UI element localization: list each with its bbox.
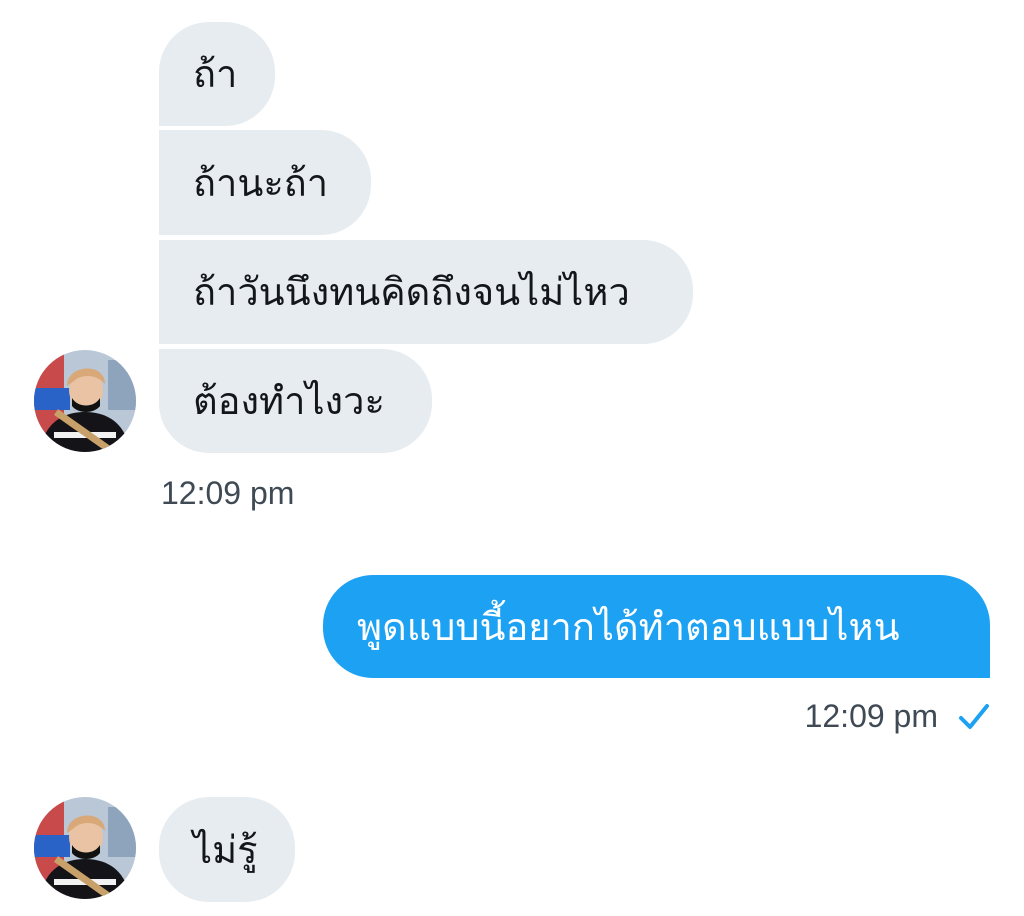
incoming-message-bubble[interactable]: ต้องทำไงวะ	[159, 349, 432, 453]
message-text: ต้องทำไงวะ	[193, 379, 385, 423]
incoming-message-bubble[interactable]: ถ้า	[159, 22, 275, 126]
message-timestamp: 12:09 pm	[161, 475, 295, 511]
message-text: ถ้านะถ้า	[193, 160, 329, 205]
outgoing-message-bubble[interactable]: พูดแบบนี้อยากได้ทำตอบแบบไหน	[323, 575, 990, 678]
message-timestamp: 12:09 pm	[804, 698, 938, 734]
message-text: ถ้าวันนึงทนคิดถึงจนไม่ไหว	[193, 270, 630, 314]
checkmark-icon	[959, 704, 989, 729]
incoming-message-bubble[interactable]: ถ้านะถ้า	[159, 130, 371, 235]
message-text: ไม่รู้	[193, 827, 258, 872]
avatar-image	[34, 797, 136, 899]
incoming-message-bubble[interactable]: ไม่รู้	[159, 797, 295, 902]
incoming-message-bubble[interactable]: ถ้าวันนึงทนคิดถึงจนไม่ไหว	[159, 240, 693, 344]
message-text: พูดแบบนี้อยากได้ทำตอบแบบไหน	[357, 604, 900, 649]
contact-avatar[interactable]	[34, 350, 136, 452]
avatar-image	[34, 350, 136, 452]
contact-avatar[interactable]	[34, 797, 136, 899]
message-text: ถ้า	[193, 52, 238, 96]
